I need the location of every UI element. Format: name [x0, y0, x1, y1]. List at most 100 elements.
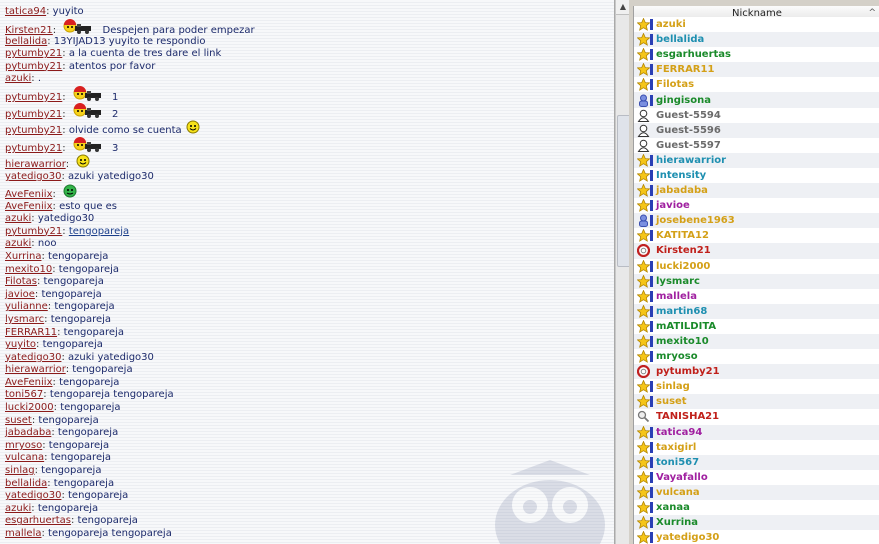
- scroll-up-arrow-icon[interactable]: ▲: [616, 0, 630, 15]
- chat-scrollbar[interactable]: ▲: [615, 0, 631, 544]
- user-list-item[interactable]: jabadaba: [634, 183, 879, 199]
- message-nick-link[interactable]: Kirsten21: [5, 25, 53, 36]
- message-nick-link[interactable]: esgarhuertas: [5, 515, 71, 526]
- user-list-item[interactable]: Intensity: [634, 167, 879, 184]
- message-nick-link[interactable]: lysmarc: [5, 314, 44, 325]
- message-nick-link[interactable]: AveFeniix: [5, 201, 53, 212]
- user-list-item[interactable]: gingisona: [634, 92, 879, 108]
- user-list-item[interactable]: FERRAR11: [634, 62, 879, 78]
- user-list-item[interactable]: josebene1963: [634, 213, 879, 229]
- message-nick-link[interactable]: Xurrina: [5, 251, 41, 262]
- user-list-item[interactable]: Kirsten21: [634, 243, 879, 259]
- chat-message: yatedigo30: tengopareja: [5, 490, 610, 503]
- message-nick-link[interactable]: mexito10: [5, 264, 52, 275]
- user-nickname: TANISHA21: [656, 411, 720, 423]
- message-nick-link[interactable]: javioe: [5, 289, 35, 300]
- user-list-item[interactable]: Guest-5594: [634, 107, 879, 123]
- message-nick-link[interactable]: pytumby21: [5, 125, 62, 136]
- message-nick-link[interactable]: yuyito: [5, 339, 36, 350]
- message-link[interactable]: tengopareja: [69, 226, 129, 237]
- chat-message: AveFeniix: esto que es: [5, 201, 610, 214]
- chat-message: pytumby21: a la cuenta de tres dare el l…: [5, 48, 610, 61]
- message-text: tengopareja: [77, 515, 138, 527]
- user-blue-icon: [636, 94, 650, 107]
- message-separator: :: [52, 24, 60, 36]
- message-nick-link[interactable]: vulcana: [5, 452, 44, 463]
- star-icon: [636, 77, 650, 92]
- message-text: yuyito: [52, 6, 84, 17]
- user-list-item[interactable]: hierawarrior: [634, 152, 879, 168]
- message-nick-link[interactable]: yatedigo30: [5, 490, 61, 501]
- user-status-bar: [650, 471, 653, 483]
- message-nick-link[interactable]: azuki: [5, 73, 31, 84]
- message-nick-link[interactable]: suset: [5, 415, 32, 426]
- user-list-item[interactable]: mATILDITA: [634, 318, 879, 334]
- user-list-item[interactable]: martin68: [634, 303, 879, 319]
- chat-message: AveFeniix: tengopareja: [5, 377, 610, 390]
- user-list-item[interactable]: Guest-5597: [634, 137, 879, 153]
- message-nick-link[interactable]: yulianne: [5, 301, 48, 312]
- user-list-item[interactable]: Xurrina: [634, 515, 879, 531]
- user-list-item[interactable]: javioe: [634, 198, 879, 214]
- message-text: tengopareja: [63, 326, 124, 338]
- chat-message: Kirsten21: Despejen para poder empezar: [5, 18, 610, 36]
- user-list-item[interactable]: mryoso: [634, 349, 879, 365]
- user-nickname: suset: [656, 396, 687, 408]
- user-list-item[interactable]: Vayafallo: [634, 469, 879, 485]
- user-list-item[interactable]: xanaa: [634, 500, 879, 516]
- user-status-bar: [650, 154, 653, 166]
- user-list-item[interactable]: mallela: [634, 288, 879, 304]
- user-list-item[interactable]: pytumby21: [634, 364, 879, 380]
- user-list-item[interactable]: yatedigo30: [634, 530, 879, 544]
- message-nick-link[interactable]: yatedigo30: [5, 171, 61, 182]
- message-nick-link[interactable]: pytumby21: [5, 48, 62, 59]
- message-nick-link[interactable]: azuki: [5, 213, 31, 224]
- message-nick-link[interactable]: AveFeniix: [5, 189, 53, 200]
- message-nick-link[interactable]: Filotas: [5, 276, 37, 287]
- user-list-item[interactable]: sinlag: [634, 379, 879, 395]
- message-nick-link[interactable]: azuki: [5, 238, 31, 249]
- chat-message: yuyito: tengopareja: [5, 339, 610, 352]
- user-nickname: Kirsten21: [656, 245, 711, 257]
- user-nickname: xanaa: [656, 502, 690, 514]
- message-nick-link[interactable]: sinlag: [5, 465, 35, 476]
- user-list-item[interactable]: TANISHA21: [634, 409, 879, 425]
- user-list-item[interactable]: esgarhuertas: [634, 47, 879, 63]
- message-nick-link[interactable]: pytumby21: [5, 226, 62, 237]
- message-nick-link[interactable]: azuki: [5, 503, 31, 514]
- message-nick-link[interactable]: tatica94: [5, 6, 46, 17]
- message-text: tengopareja: [72, 364, 133, 376]
- user-blue-icon: [636, 214, 650, 228]
- message-nick-link[interactable]: hierawarrior: [5, 159, 66, 170]
- user-list-item[interactable]: azuki: [634, 17, 879, 33]
- message-nick-link[interactable]: mryoso: [5, 440, 42, 451]
- message-nick-link[interactable]: toni567: [5, 389, 43, 400]
- user-list-item[interactable]: lucki2000: [634, 258, 879, 274]
- message-nick-link[interactable]: jabadaba: [5, 427, 51, 438]
- message-nick-link[interactable]: lucki2000: [5, 402, 54, 413]
- user-list-item[interactable]: vulcana: [634, 484, 879, 500]
- user-list-item[interactable]: mexito10: [634, 333, 879, 350]
- smiley-icon: [186, 120, 200, 140]
- user-list-item[interactable]: tatica94: [634, 424, 879, 440]
- message-nick-link[interactable]: bellalida: [5, 478, 47, 489]
- lifebuoy-icon: [636, 365, 650, 379]
- user-list-item[interactable]: KATITA12: [634, 228, 879, 244]
- message-nick-link[interactable]: AveFeniix: [5, 377, 53, 388]
- message-nick-link[interactable]: pytumby21: [5, 109, 62, 120]
- message-nick-link[interactable]: pytumby21: [5, 61, 62, 72]
- user-list-item[interactable]: bellalida: [634, 32, 879, 48]
- message-nick-link[interactable]: bellalida: [5, 36, 47, 47]
- message-nick-link[interactable]: yatedigo30: [5, 352, 61, 363]
- message-nick-link[interactable]: pytumby21: [5, 92, 62, 103]
- user-list-item[interactable]: suset: [634, 394, 879, 410]
- message-nick-link[interactable]: mallela: [5, 528, 41, 539]
- user-list-item[interactable]: toni567: [634, 454, 879, 470]
- message-nick-link[interactable]: hierawarrior: [5, 364, 66, 375]
- message-nick-link[interactable]: pytumby21: [5, 143, 62, 154]
- user-list-item[interactable]: lysmarc: [634, 273, 879, 289]
- user-list-item[interactable]: Filotas: [634, 77, 879, 93]
- message-nick-link[interactable]: FERRAR11: [5, 327, 57, 338]
- user-list-item[interactable]: taxigirl: [634, 439, 879, 455]
- user-list-item[interactable]: Guest-5596: [634, 122, 879, 138]
